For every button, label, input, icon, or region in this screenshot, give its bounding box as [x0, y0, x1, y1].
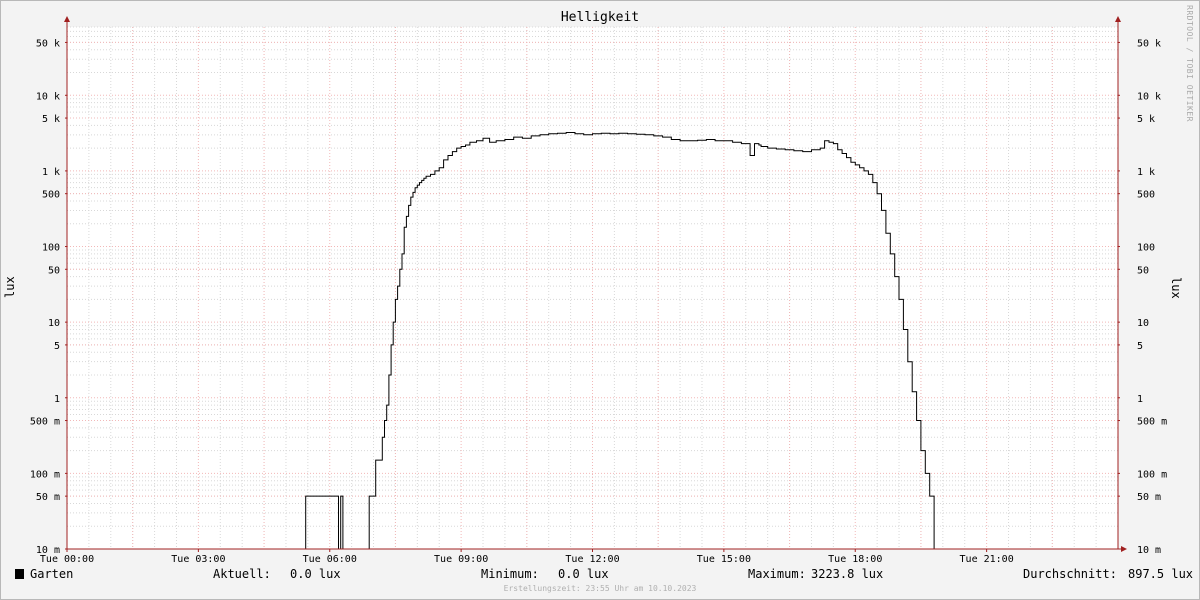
y-tick-label: 50 k: [36, 38, 60, 49]
y-tick-label: 50: [1137, 265, 1149, 276]
footer-timestamp: Erstellungszeit: 23:55 Uhr am 10.10.2023: [503, 584, 697, 593]
y-tick-label: 50 m: [36, 492, 60, 503]
y-tick-label: 10: [48, 318, 60, 329]
x-tick-label: Tue 03:00: [171, 554, 225, 565]
y-axis-arrow-right: [1115, 16, 1121, 22]
y-tick-label: 50 k: [1137, 38, 1161, 49]
y-tick-label: 1 k: [42, 167, 60, 178]
y-tick-labels-right: 50 k 10 k 5 k 1 k 500 100 50 10 5 1 500 m 100 m 50 m…: [1137, 38, 1167, 556]
y-tick-label: 10: [1137, 318, 1149, 329]
stat-current-label: Aktuell:: [213, 567, 271, 581]
y-tick-label: 5: [1137, 341, 1143, 352]
y-axis-arrow-left: [64, 16, 70, 22]
stat-average-label: Durchschnitt:: [1023, 567, 1117, 581]
y-tick-label: 500: [42, 190, 60, 201]
y-tick-label: 5: [54, 341, 60, 352]
y-tick-label: 500 m: [30, 417, 60, 428]
x-tick-labels: Tue 00:00 Tue 03:00 Tue 06:00 Tue 09:00 Tue …: [40, 549, 1014, 565]
stat-maximum-value: 3223.8 lux: [811, 567, 884, 581]
legend-swatch-garten: [15, 569, 24, 579]
x-tick-label: Tue 06:00: [303, 554, 357, 565]
stat-maximum-label: Maximum:: [748, 567, 806, 581]
y-tick-label: 100: [42, 243, 60, 254]
y-tick-label: 100 m: [30, 469, 60, 480]
y-tick-label: 1: [1137, 394, 1143, 405]
x-tick-label: Tue 21:00: [960, 554, 1014, 565]
x-axis-arrow: [1121, 546, 1127, 552]
y-tick-label: 500: [1137, 190, 1155, 201]
x-tick-label: Tue 15:00: [697, 554, 751, 565]
plot-area: 50 k 10 k 5 k 1 k 500 100 50 10 5 1 500 m 100 m 50 m…: [30, 16, 1167, 565]
y-tick-label: 50: [48, 265, 60, 276]
stat-minimum-label: Minimum:: [481, 567, 539, 581]
x-tick-label: Tue 09:00: [434, 554, 488, 565]
y-tick-label: 100: [1137, 243, 1155, 254]
x-tick-label: Tue 12:00: [565, 554, 619, 565]
y-tick-label: 1: [54, 394, 60, 405]
y-tick-labels-left: 50 k 10 k 5 k 1 k 500 100 50 10 5 1 500 m 100 m 50 m…: [30, 38, 60, 556]
legend-label-garten: Garten: [30, 567, 74, 581]
y-tick-label: 500 m: [1137, 417, 1167, 428]
x-tick-label: Tue 18:00: [828, 554, 882, 565]
y-tick-label: 1 k: [1137, 167, 1155, 178]
stat-average-value: 897.5 lux: [1128, 567, 1194, 581]
y-tick-label: 100 m: [1137, 469, 1167, 480]
y-tick-label: 5 k: [1137, 114, 1155, 125]
x-tick-label: Tue 00:00: [40, 554, 94, 565]
y-tick-label: 5 k: [42, 114, 60, 125]
y-tick-label: 10 k: [1137, 91, 1161, 102]
y-tick-label: 10 m: [1137, 545, 1161, 556]
stat-current-value: 0.0 lux: [290, 567, 341, 581]
y-tick-label: 50 m: [1137, 492, 1161, 503]
stat-minimum-value: 0.0 lux: [558, 567, 609, 581]
y-tick-label: 10 k: [36, 91, 60, 102]
